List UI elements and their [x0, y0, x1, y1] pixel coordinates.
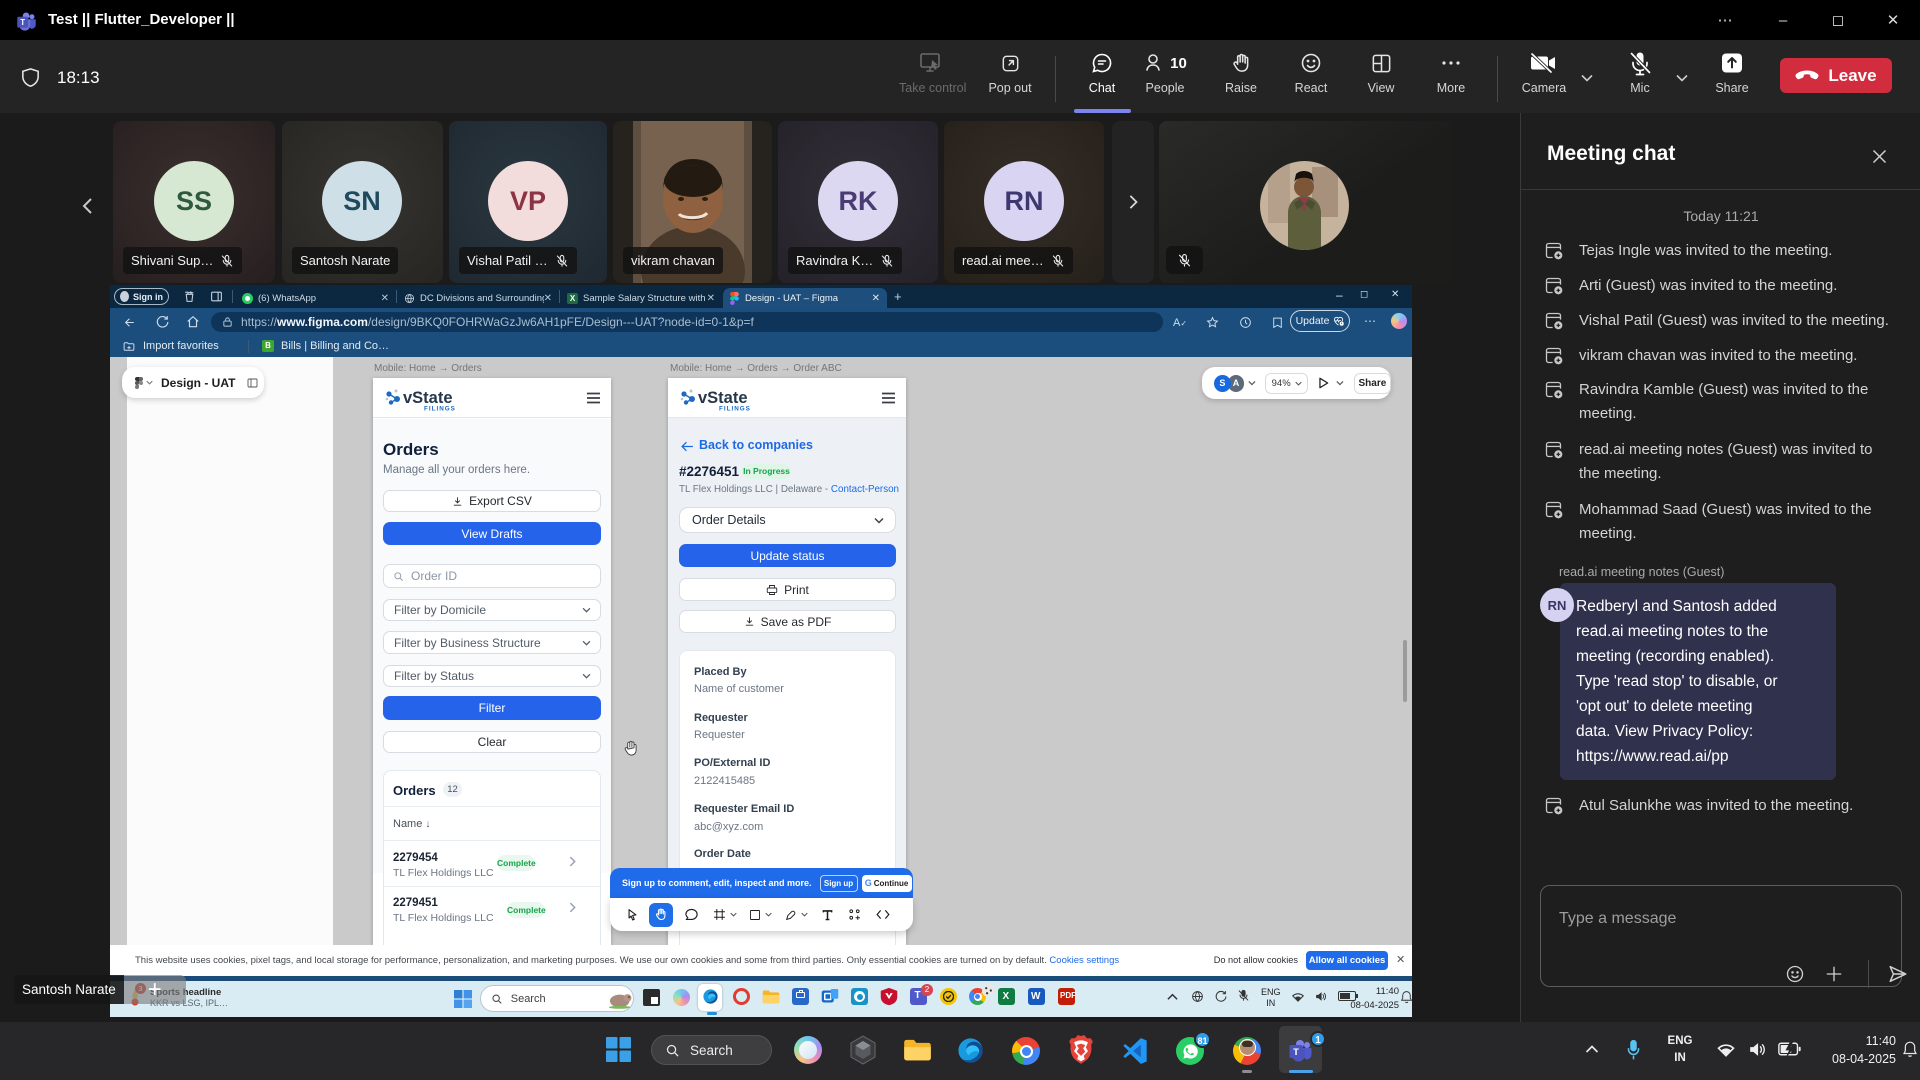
svg-text:vState: vState	[698, 389, 748, 407]
svg-text:T: T	[20, 18, 25, 27]
svg-text:FILINGS: FILINGS	[719, 406, 751, 413]
svg-text:FILINGS: FILINGS	[424, 406, 456, 413]
svg-text:vState: vState	[403, 389, 453, 407]
svg-text:T: T	[1293, 1047, 1299, 1058]
